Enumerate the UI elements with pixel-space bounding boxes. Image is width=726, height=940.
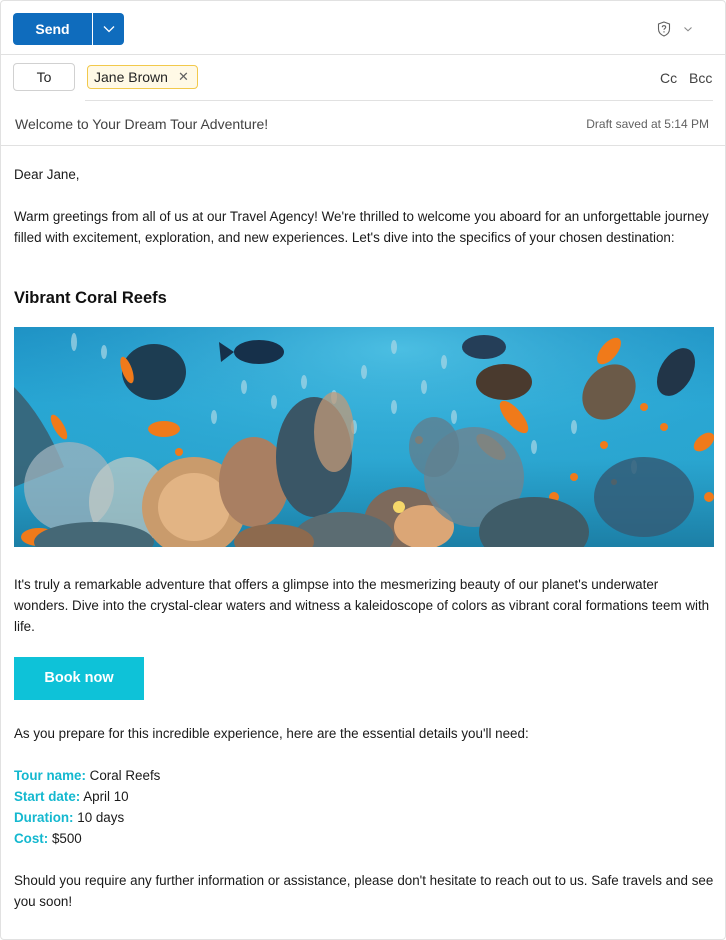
shield-question-icon[interactable] — [657, 21, 671, 37]
compose-window: Send To Jane Brown ✕ Cc Bcc Welcome to Y… — [0, 0, 726, 940]
recipient-name: Jane Brown — [94, 69, 168, 85]
details-intro: As you prepare for this incredible exper… — [14, 726, 529, 741]
detail-label: Cost: — [14, 831, 49, 846]
send-button[interactable]: Send — [13, 13, 92, 45]
compose-toolbar: Send — [1, 1, 725, 55]
draft-status: Draft saved at 5:14 PM — [586, 117, 709, 131]
send-options-button[interactable] — [93, 13, 124, 45]
cc-button[interactable]: Cc — [660, 70, 677, 86]
send-divider — [92, 13, 93, 45]
bcc-button[interactable]: Bcc — [689, 70, 712, 86]
detail-item: Duration: 10 days — [14, 807, 716, 828]
intro-paragraph: Warm greetings from all of us at our Tra… — [14, 209, 709, 245]
subject-input[interactable]: Welcome to Your Dream Tour Adventure! — [15, 116, 268, 132]
detail-value: Coral Reefs — [89, 768, 161, 783]
greeting: Dear Jane, — [14, 167, 80, 182]
detail-label: Start date: — [14, 789, 81, 804]
more-options-chevron-icon[interactable] — [683, 25, 693, 33]
detail-item: Start date: April 10 — [14, 786, 716, 807]
detail-item: Cost: $500 — [14, 828, 716, 849]
to-button[interactable]: To — [13, 63, 75, 91]
description-paragraph: It's truly a remarkable adventure that o… — [14, 577, 710, 634]
coral-reef-image — [14, 327, 714, 547]
destination-heading: Vibrant Coral Reefs — [14, 289, 167, 307]
detail-label: Tour name: — [14, 768, 86, 783]
detail-value: April 10 — [83, 789, 129, 804]
to-row: To Jane Brown ✕ Cc Bcc — [1, 55, 725, 101]
detail-item: Tour name: Coral Reefs — [14, 765, 716, 786]
recipient-chip[interactable]: Jane Brown ✕ — [87, 65, 198, 89]
detail-label: Duration: — [14, 810, 74, 825]
book-now-button[interactable]: Book now — [14, 657, 144, 700]
send-button-group: Send — [13, 13, 124, 45]
coral-reef-illustration — [14, 327, 714, 547]
chevron-down-icon — [103, 26, 114, 33]
detail-value: 10 days — [77, 810, 125, 825]
subject-row: Welcome to Your Dream Tour Adventure! Dr… — [1, 101, 725, 146]
closing-paragraph: Should you require any further informati… — [14, 873, 714, 909]
close-icon[interactable]: ✕ — [178, 69, 189, 85]
detail-value: $500 — [51, 831, 82, 846]
